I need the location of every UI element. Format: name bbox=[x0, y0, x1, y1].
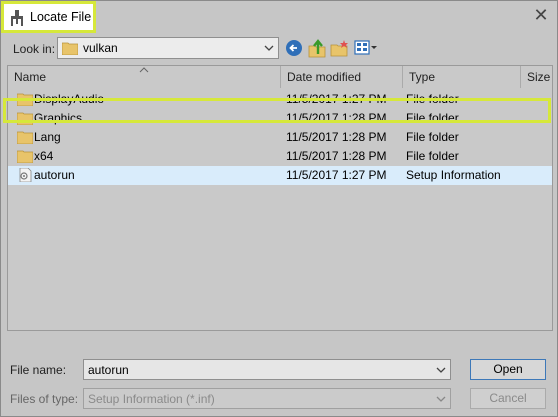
cancel-button[interactable]: Cancel bbox=[470, 388, 546, 409]
column-header-size[interactable]: Size bbox=[521, 66, 552, 88]
folder-icon bbox=[17, 93, 33, 106]
files-of-type-label: Files of type: bbox=[10, 392, 79, 406]
list-item-selected[interactable]: autorun 11/5/2017 1:27 PM Setup Informat… bbox=[8, 166, 552, 185]
folder-icon bbox=[17, 112, 33, 125]
view-menu-icon[interactable] bbox=[353, 38, 379, 58]
file-type: File folder bbox=[406, 149, 459, 163]
file-name-value: autorun bbox=[88, 363, 129, 377]
chevron-down-icon[interactable] bbox=[435, 363, 447, 377]
look-in-value: vulkan bbox=[83, 41, 118, 55]
file-name-label: File name: bbox=[10, 363, 67, 377]
chevron-down-icon bbox=[264, 45, 274, 51]
file-list[interactable]: Name Date modified Type Size DisplayAudi… bbox=[7, 65, 553, 331]
file-date: 11/5/2017 1:27 PM bbox=[286, 168, 387, 182]
file-type: File folder bbox=[406, 111, 459, 125]
file-type: File folder bbox=[406, 130, 459, 144]
file-name: autorun bbox=[34, 168, 75, 182]
file-name: Graphics bbox=[34, 111, 83, 125]
open-button[interactable]: Open bbox=[470, 359, 546, 380]
list-item[interactable]: DisplayAudio 11/5/2017 1:27 PM File fold… bbox=[8, 90, 552, 109]
list-item[interactable]: Lang 11/5/2017 1:28 PM File folder bbox=[8, 128, 552, 147]
locate-file-dialog: Locate File ✕ Look in: vulkan Name Date … bbox=[0, 0, 558, 417]
list-item[interactable]: Graphics 11/5/2017 1:28 PM File folder bbox=[8, 109, 552, 128]
file-type: Setup Information bbox=[406, 168, 501, 182]
column-header-type[interactable]: Type bbox=[403, 66, 520, 88]
folder-icon bbox=[17, 131, 33, 144]
window-title: Locate File bbox=[30, 10, 92, 24]
files-of-type-dropdown[interactable]: Setup Information (*.inf) bbox=[83, 388, 451, 409]
file-name: x64 bbox=[34, 149, 54, 163]
look-in-label: Look in: bbox=[13, 42, 56, 56]
chevron-down-icon bbox=[436, 396, 446, 402]
file-name: DisplayAudio bbox=[34, 92, 105, 106]
look-in-dropdown[interactable]: vulkan bbox=[57, 37, 279, 59]
column-header-name[interactable]: Name bbox=[8, 66, 280, 88]
file-date: 11/5/2017 1:28 PM bbox=[286, 130, 387, 144]
file-date: 11/5/2017 1:28 PM bbox=[286, 111, 387, 125]
folder-icon bbox=[62, 42, 78, 55]
list-item[interactable]: x64 11/5/2017 1:28 PM File folder bbox=[8, 147, 552, 166]
back-arrow-icon[interactable] bbox=[283, 38, 305, 58]
file-name-field[interactable]: autorun bbox=[83, 359, 451, 380]
new-folder-icon[interactable] bbox=[329, 38, 351, 58]
file-name: Lang bbox=[34, 130, 61, 144]
file-date: 11/5/2017 1:27 PM bbox=[286, 92, 387, 106]
title-highlight: Locate File bbox=[1, 1, 96, 33]
app-icon bbox=[11, 10, 23, 26]
file-type: File folder bbox=[406, 92, 459, 106]
up-folder-icon[interactable] bbox=[306, 38, 328, 58]
file-date: 11/5/2017 1:28 PM bbox=[286, 149, 387, 163]
files-of-type-value: Setup Information (*.inf) bbox=[88, 392, 215, 406]
column-header-date[interactable]: Date modified bbox=[281, 66, 402, 88]
title-bar: Locate File ✕ bbox=[1, 1, 557, 33]
close-button[interactable]: ✕ bbox=[529, 4, 553, 26]
setup-file-icon bbox=[19, 168, 32, 182]
folder-icon bbox=[17, 150, 33, 163]
